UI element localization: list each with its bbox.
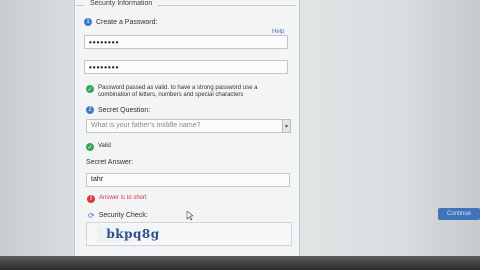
- step-secret-question: 2 Secret Question:: [86, 106, 150, 114]
- fieldset-legend: Security Information: [84, 0, 159, 7]
- password-valid-text: Password passed as valid. to have a stro…: [98, 85, 258, 98]
- continue-button[interactable]: Continue: [438, 208, 480, 220]
- captcha-image: bkpq8g: [97, 225, 169, 243]
- step-label: Secret Question:: [98, 106, 151, 114]
- password-field[interactable]: ••••••••: [84, 35, 288, 49]
- refresh-icon[interactable]: ⟳: [88, 211, 95, 220]
- security-check-label: Security Check:: [98, 212, 148, 219]
- monitor-bezel: [0, 256, 480, 270]
- secret-answer-label: Secret Answer:: [86, 159, 134, 166]
- step-label: Create a Password:: [96, 18, 158, 26]
- answer-error-message: ! Answer is to short: [87, 195, 147, 203]
- check-circle-icon: ✓: [86, 85, 94, 93]
- screen: Security Information 1 Create a Password…: [0, 0, 480, 256]
- error-circle-icon: !: [87, 195, 95, 203]
- mouse-cursor-icon: [186, 211, 194, 221]
- step-create-password: 1 Create a Password:: [84, 18, 157, 26]
- confirm-password-field[interactable]: ••••••••: [84, 60, 288, 74]
- question-valid-message: ✓ Valid: [86, 143, 111, 151]
- security-check-heading: ⟳ Security Check:: [88, 211, 148, 220]
- password-valid-message: ✓ Password passed as valid. to have a st…: [86, 85, 288, 99]
- dropdown-arrow-icon[interactable]: ▾: [282, 119, 291, 133]
- step-number-icon: 1: [84, 18, 92, 26]
- question-valid-text: Valid: [98, 143, 111, 149]
- step-number-icon: 2: [86, 106, 94, 114]
- check-circle-icon: ✓: [86, 143, 94, 151]
- secret-answer-field[interactable]: tahr: [86, 173, 290, 187]
- answer-error-text: Answer is to short: [99, 195, 147, 201]
- secret-question-select[interactable]: What is your father's middle name?: [86, 119, 283, 133]
